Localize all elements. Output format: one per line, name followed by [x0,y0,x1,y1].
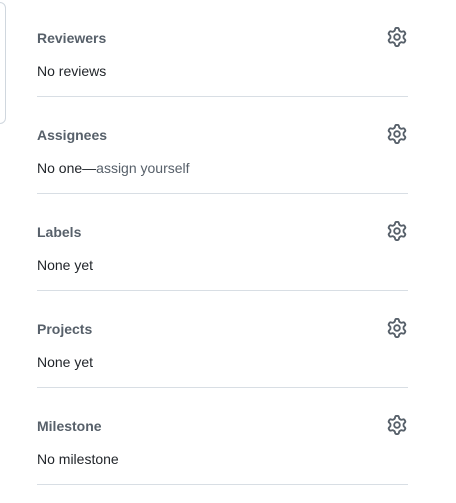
issue-sidebar: Reviewers No reviews Assignees No one—as… [37,0,408,485]
milestone-settings-button[interactable] [386,414,408,440]
assign-yourself-link[interactable]: assign yourself [96,160,189,176]
milestone-heading: Milestone [37,418,102,434]
milestone-section: Milestone No milestone [37,388,408,485]
assignees-heading: Assignees [37,127,108,143]
labels-heading: Labels [37,224,82,240]
projects-section: Projects None yet [37,291,408,388]
projects-settings-button[interactable] [386,317,408,343]
reviewers-section: Reviewers No reviews [37,0,408,97]
assignees-value: No one—assign yourself [37,159,190,177]
gear-icon [387,414,407,440]
milestone-value: No milestone [37,451,119,467]
left-panel-edge [0,2,6,124]
projects-value: None yet [37,354,94,370]
gear-icon [387,220,407,246]
gear-icon [387,123,407,149]
reviewers-settings-button[interactable] [386,26,408,52]
assignees-empty-text: No one— [37,160,97,176]
gear-icon [387,317,407,343]
gear-icon [387,26,407,52]
projects-heading: Projects [37,321,93,337]
reviewers-heading: Reviewers [37,30,107,46]
reviewers-value: No reviews [37,63,107,79]
assignees-settings-button[interactable] [386,123,408,149]
labels-value: None yet [37,257,94,273]
labels-settings-button[interactable] [386,220,408,246]
labels-section: Labels None yet [37,194,408,291]
assignees-section: Assignees No one—assign yourself [37,97,408,194]
